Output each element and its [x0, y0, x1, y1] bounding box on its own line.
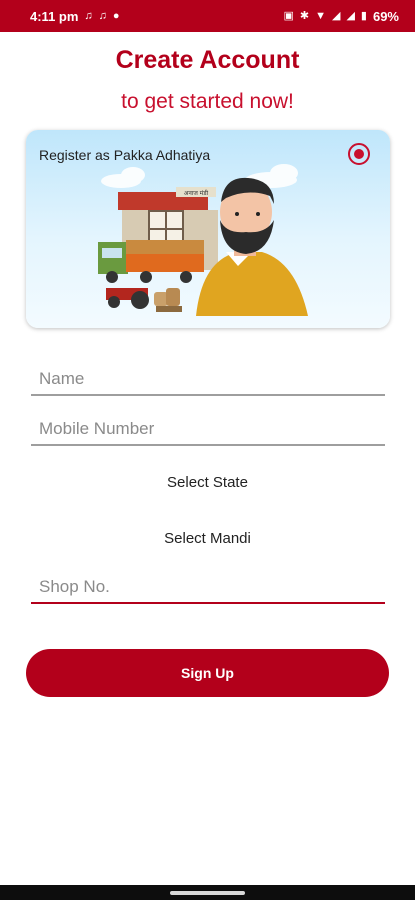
navigation-bar — [0, 885, 415, 900]
notification-icon: ♫ — [98, 9, 107, 22]
dot-icon: ● — [112, 9, 120, 22]
signal-icon: ◢ — [331, 9, 341, 22]
select-state-dropdown[interactable]: Select State — [0, 474, 415, 491]
mobile-field — [31, 406, 385, 446]
sign-up-button[interactable]: Sign Up — [26, 649, 389, 697]
role-label: Register as Pakka Adhatiya — [39, 147, 211, 163]
status-time: 4:11 pm — [30, 8, 79, 24]
shop-number-input[interactable] — [31, 564, 385, 602]
home-gesture-handle[interactable] — [170, 891, 245, 895]
page-title: Create Account — [115, 46, 300, 74]
status-bar: 4:11 pm ♫ ♫ ● ▣ ✱ ▼ ◢ ◢ ▮ 69% — [0, 0, 415, 32]
network-icon: ▣ — [283, 9, 294, 22]
wifi-icon: ▼ — [315, 9, 326, 22]
vibrate-icon: ✱ — [299, 9, 310, 22]
role-radio-button[interactable] — [348, 143, 370, 165]
name-input[interactable] — [31, 356, 385, 394]
select-mandi-dropdown[interactable]: Select Mandi — [0, 530, 415, 547]
battery-percent: 69% — [372, 8, 399, 24]
notification-icon: ♫ — [84, 9, 93, 22]
name-field — [31, 356, 385, 396]
shop-number-field — [31, 564, 385, 604]
shop-sign: अनाज मंडी — [184, 189, 209, 197]
mobile-number-input[interactable] — [31, 406, 385, 444]
page-subtitle: to get started now! — [121, 90, 294, 113]
battery-icon: ▮ — [360, 9, 367, 22]
signal-icon: ◢ — [346, 9, 355, 22]
role-card[interactable]: अनाज मंडी Register as Pakka Adhatiya — [26, 130, 390, 328]
